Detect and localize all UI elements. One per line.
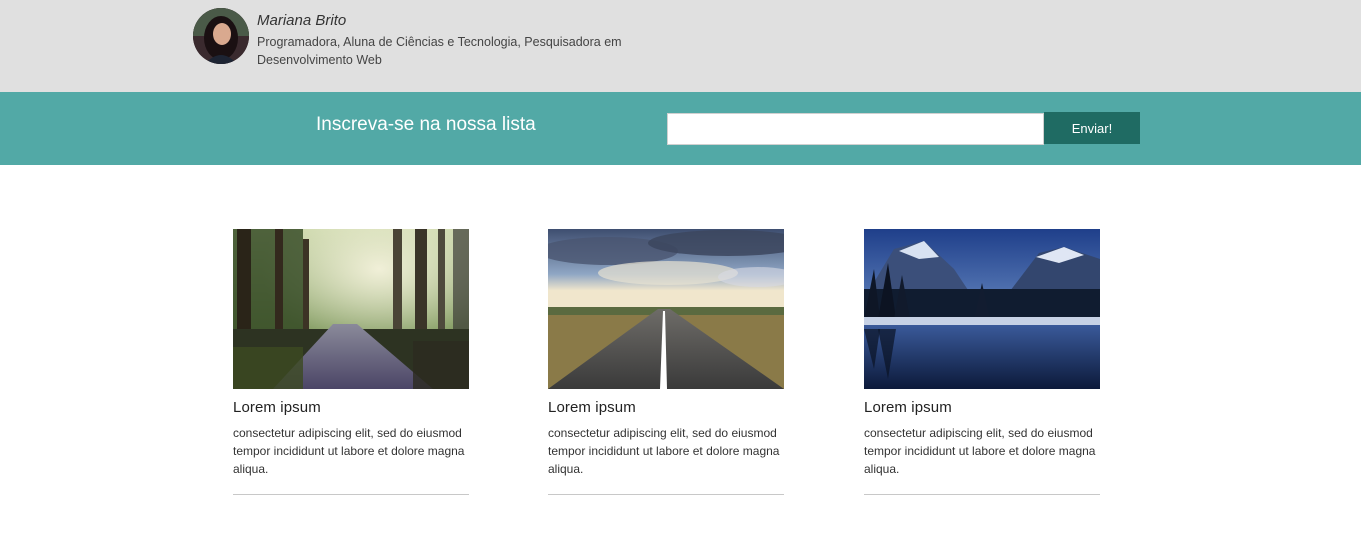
road-image [548, 229, 784, 389]
subscribe-banner: Inscreva-se na nossa lista Enviar! [0, 92, 1361, 165]
subscribe-title: Inscreva-se na nossa lista [316, 114, 536, 135]
card-title: Lorem ipsum [233, 399, 321, 416]
author-bio: Programadora, Aluna de Ciências e Tecnol… [257, 35, 622, 67]
divider [233, 494, 469, 495]
divider [864, 494, 1100, 495]
card-text: consectetur adipiscing elit, sed do eius… [548, 426, 780, 476]
card-text: consectetur adipiscing elit, sed do eius… [233, 426, 465, 476]
avatar [193, 8, 249, 64]
article-card: Lorem ipsum consectetur adipiscing elit,… [864, 229, 1100, 495]
author-name: Mariana Brito [257, 12, 347, 29]
article-card: Lorem ipsum consectetur adipiscing elit,… [548, 229, 784, 495]
submit-button[interactable]: Enviar! [1044, 112, 1140, 144]
profile-header: Mariana Brito Programadora, Aluna de Ciê… [0, 0, 1361, 92]
card-title: Lorem ipsum [548, 399, 636, 416]
article-card: Lorem ipsum consectetur adipiscing elit,… [233, 229, 469, 495]
email-field[interactable] [667, 113, 1044, 145]
card-title: Lorem ipsum [864, 399, 952, 416]
card-text: consectetur adipiscing elit, sed do eius… [864, 426, 1096, 476]
forest-path-image [233, 229, 469, 389]
divider [548, 494, 784, 495]
mountain-lake-image [864, 229, 1100, 389]
